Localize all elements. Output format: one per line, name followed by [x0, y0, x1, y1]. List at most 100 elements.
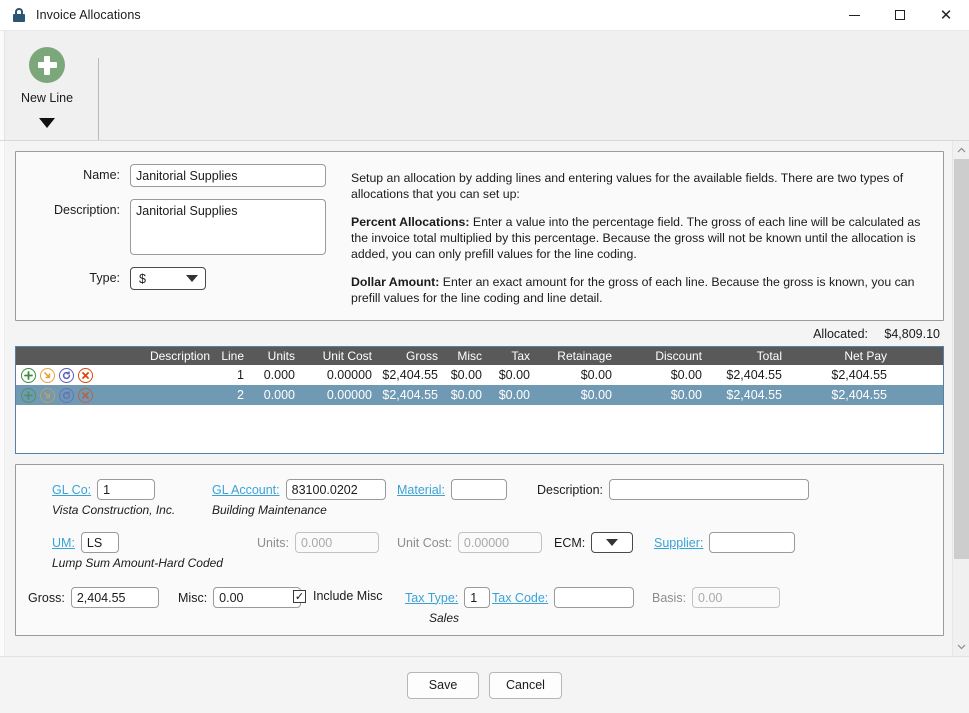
- tax-type-description: Sales: [429, 611, 460, 625]
- description-row: Description:: [30, 199, 345, 255]
- gl-co-label[interactable]: GL Co:: [52, 483, 91, 497]
- drill-down-icon[interactable]: [40, 387, 55, 403]
- include-misc-checkbox[interactable]: ✓ Include Misc: [293, 589, 405, 603]
- cell-retainage: $0.00: [580, 388, 612, 402]
- delete-icon[interactable]: [78, 367, 93, 383]
- gross-field: Gross:: [28, 587, 178, 608]
- gl-account-field: GL Account:: [212, 479, 397, 500]
- tax-type-label[interactable]: Tax Type:: [405, 591, 458, 605]
- tax-type-input[interactable]: [464, 587, 491, 608]
- misc-label: Misc:: [178, 590, 208, 605]
- detail-row-3: Gross: Misc: ✓ Include Misc: [16, 587, 943, 625]
- delete-icon[interactable]: [78, 387, 93, 403]
- units-input[interactable]: [294, 532, 379, 553]
- unit-cost-input[interactable]: [457, 532, 542, 553]
- supplier-input[interactable]: [709, 532, 796, 553]
- gl-co-field: GL Co:: [52, 479, 212, 500]
- gl-co-input[interactable]: [97, 479, 156, 500]
- gl-co-description: Vista Construction, Inc.: [52, 503, 176, 517]
- row-actions: [16, 387, 111, 403]
- window-controls: ✕: [831, 0, 969, 31]
- help-intro: Setup an allocation by adding lines and …: [351, 171, 904, 201]
- table-row[interactable]: 1 0.000 0.00000 $2,404.55 $0.00 $0.00 $0…: [16, 365, 943, 385]
- close-button[interactable]: ✕: [923, 0, 969, 31]
- grid-header-line[interactable]: Line: [213, 349, 247, 363]
- misc-input[interactable]: [213, 587, 302, 608]
- basis-input[interactable]: [692, 587, 781, 608]
- grid-header-tax[interactable]: Tax: [484, 349, 533, 363]
- tax-code-label[interactable]: Tax Code:: [492, 591, 548, 605]
- grid-header-units[interactable]: Units: [247, 349, 299, 363]
- caret-down-icon[interactable]: [39, 118, 55, 128]
- scroll-up-button[interactable]: [953, 141, 969, 159]
- vertical-scrollbar[interactable]: [952, 141, 969, 656]
- line-detail-panel: GL Co: Vista Construction, Inc. GL Accou…: [15, 464, 944, 636]
- material-input[interactable]: [450, 479, 507, 500]
- gl-account-input[interactable]: [285, 479, 386, 500]
- gross-input[interactable]: [70, 587, 159, 608]
- grid-header-retainage[interactable]: Retainage: [533, 349, 615, 363]
- um-label[interactable]: UM:: [52, 536, 75, 550]
- invoice-allocations-window: Invoice Allocations ✕ New Line Name: Jan…: [0, 0, 969, 713]
- maximize-button[interactable]: [877, 0, 923, 31]
- cancel-button[interactable]: Cancel: [489, 671, 562, 699]
- detail-description-input[interactable]: [609, 479, 809, 500]
- maximize-icon: [895, 10, 905, 20]
- scrollbar-track[interactable]: [953, 159, 969, 638]
- help-dollar: Dollar Amount: Enter an exact amount for…: [351, 274, 923, 306]
- description-label: Description:: [54, 203, 120, 217]
- detail-row-2: UM: Lump Sum Amount-Hard Coded Units:: [16, 532, 943, 570]
- minimize-button[interactable]: [831, 0, 877, 31]
- description-textarea[interactable]: [130, 199, 326, 255]
- cell-tax: $0.00: [498, 388, 530, 402]
- tax-code-input[interactable]: [554, 587, 635, 608]
- type-dropdown[interactable]: $: [130, 267, 206, 290]
- cell-net-pay: $2,404.55: [831, 368, 887, 382]
- grid-header-gross[interactable]: Gross: [375, 349, 440, 363]
- refresh-icon[interactable]: [59, 367, 74, 383]
- grid-header-unit-cost[interactable]: Unit Cost: [299, 349, 375, 363]
- basis-label: Basis:: [652, 590, 687, 605]
- table-row[interactable]: 2 0.000 0.00000 $2,404.55 $0.00 $0.00 $0…: [16, 385, 943, 405]
- type-row: Type: $: [30, 267, 345, 290]
- cell-discount: $0.00: [670, 368, 702, 382]
- new-line-button[interactable]: New Line: [0, 44, 94, 128]
- grid-header-total[interactable]: Total: [705, 349, 785, 363]
- help-text: Setup an allocation by adding lines and …: [345, 164, 929, 306]
- cell-unit-cost: 0.00000: [326, 388, 372, 402]
- cell-retainage: $0.00: [580, 368, 612, 382]
- grid-header-net-pay[interactable]: Net Pay: [785, 349, 890, 363]
- detail-description-field: Description:: [537, 479, 809, 500]
- type-label: Type:: [89, 271, 120, 285]
- supplier-label[interactable]: Supplier:: [654, 536, 703, 550]
- cell-line: 2: [237, 388, 244, 402]
- add-icon[interactable]: [21, 387, 36, 403]
- scrollbar-thumb[interactable]: [953, 159, 969, 559]
- ecm-dropdown[interactable]: [591, 532, 634, 553]
- um-input[interactable]: [80, 532, 119, 553]
- row-actions: [16, 367, 111, 383]
- grid-header-description[interactable]: Description: [111, 349, 213, 363]
- cell-line: 1: [237, 368, 244, 382]
- scroll-body: Name: Description: Type: $: [0, 141, 969, 656]
- cell-units: 0.000: [263, 388, 295, 402]
- grid-header-discount[interactable]: Discount: [615, 349, 705, 363]
- refresh-icon[interactable]: [59, 387, 74, 403]
- add-icon[interactable]: [21, 367, 36, 383]
- save-button[interactable]: Save: [407, 671, 480, 699]
- grid-header-row: Description Line Units Unit Cost Gross M…: [16, 347, 943, 365]
- help-dollar-title: Dollar Amount:: [351, 275, 440, 289]
- toolbar-left-edge: [0, 31, 5, 140]
- supplier-field: Supplier:: [654, 532, 796, 553]
- material-label[interactable]: Material:: [397, 483, 445, 497]
- scroll-down-button[interactable]: [953, 638, 969, 656]
- grid-header-misc[interactable]: Misc: [440, 349, 484, 363]
- cell-gross: $2,404.55: [382, 388, 438, 402]
- tax-code-field: Tax Code:: [492, 587, 652, 608]
- gl-account-label[interactable]: GL Account:: [212, 483, 280, 497]
- cell-unit-cost: 0.00000: [326, 368, 372, 382]
- name-input[interactable]: [130, 164, 326, 187]
- drill-down-icon[interactable]: [40, 367, 55, 383]
- material-field: Material:: [397, 479, 537, 500]
- cell-total: $2,404.55: [726, 388, 782, 402]
